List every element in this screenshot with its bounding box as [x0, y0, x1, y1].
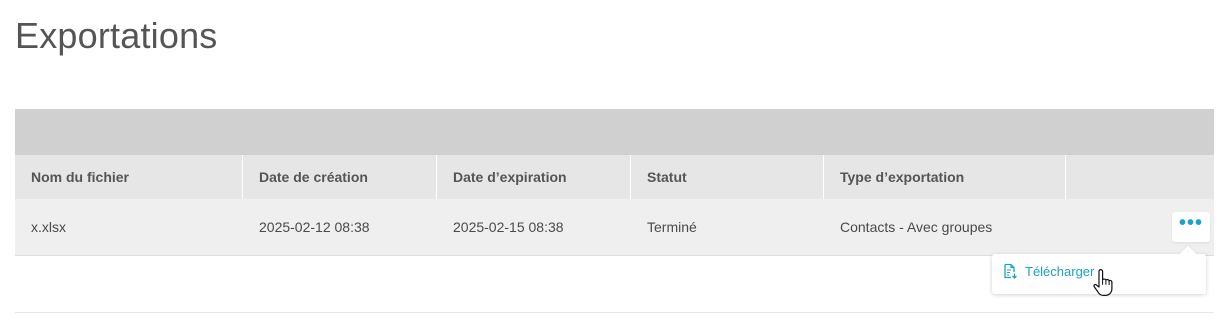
row-actions-button[interactable]: ••• — [1172, 212, 1210, 242]
exports-page: Exportations Nom du fichier Date de créa… — [0, 0, 1227, 331]
column-header-actions — [1066, 155, 1214, 199]
exports-table: Nom du fichier Date de création Date d’e… — [15, 155, 1214, 256]
column-header-created[interactable]: Date de création — [243, 155, 437, 199]
cell-expires: 2025-02-15 08:38 — [453, 219, 564, 235]
cell-actions: ••• — [1066, 199, 1214, 255]
menu-item-label: Télécharger — [1025, 263, 1095, 279]
menu-item-download[interactable]: Télécharger — [1002, 263, 1094, 279]
column-header-export-type[interactable]: Type d’exportation — [824, 155, 1066, 199]
column-header-status[interactable]: Statut — [631, 155, 824, 199]
download-file-icon — [1004, 263, 1017, 279]
table-bottom-divider — [15, 312, 1214, 313]
column-header-expires[interactable]: Date d’expiration — [437, 155, 631, 199]
cell-file-name: x.xlsx — [31, 219, 66, 235]
table-toolbar — [15, 109, 1214, 155]
cell-created: 2025-02-12 08:38 — [259, 219, 370, 235]
column-header-file-name[interactable]: Nom du fichier — [15, 155, 243, 199]
more-horizontal-icon: ••• — [1178, 212, 1203, 234]
table-row: x.xlsx 2025-02-12 08:38 2025-02-15 08:38… — [15, 199, 1214, 256]
page-title: Exportations — [15, 15, 218, 56]
cell-status: Terminé — [647, 219, 697, 235]
cell-export-type: Contacts - Avec groupes — [840, 219, 993, 235]
table-header-row: Nom du fichier Date de création Date d’e… — [15, 155, 1214, 199]
row-actions-menu: Télécharger — [992, 245, 1206, 294]
